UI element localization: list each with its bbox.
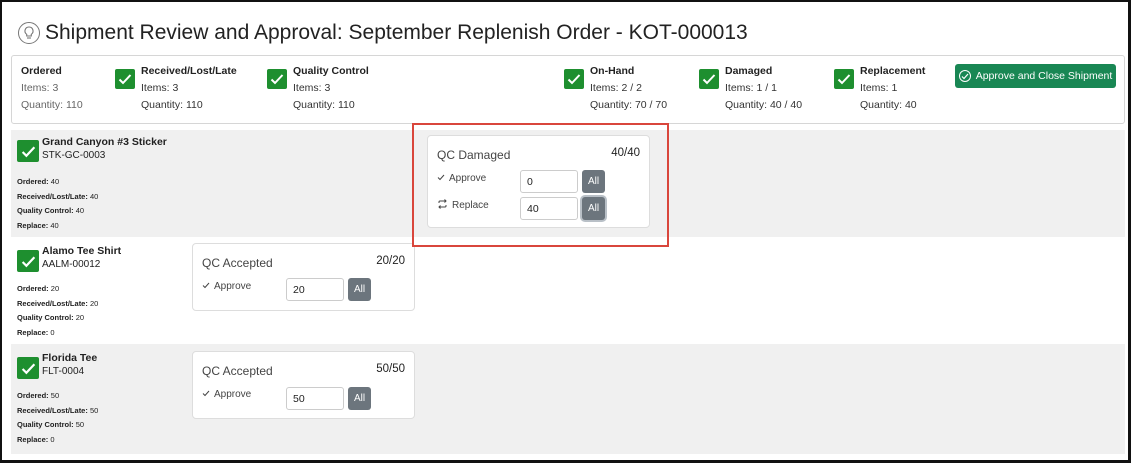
item-row-alamo: Alamo Tee Shirt AALM-00012 Ordered: 20 R… xyxy=(11,237,1125,344)
item-sku: AALM-00012 xyxy=(42,259,101,270)
summary-replacement: Replacement Items: 1 Quantity: 40 xyxy=(860,65,925,116)
replace-value: 0 xyxy=(50,327,55,337)
page-header: Shipment Review and Approval: September … xyxy=(18,18,748,48)
page-title: Shipment Review and Approval: September … xyxy=(45,21,748,44)
card-title: QC Accepted xyxy=(202,256,273,270)
received-value: 50 xyxy=(89,405,99,415)
approve-option: Approve xyxy=(202,281,251,292)
summary-panel: Ordered Items: 3 Quantity: 110 Received/… xyxy=(11,55,1125,124)
approve-all-button[interactable]: All xyxy=(348,387,371,410)
damaged-check-icon xyxy=(699,69,719,89)
summary-replacement-items: Items: 1 xyxy=(860,82,898,94)
replace-value: 40 xyxy=(50,220,59,230)
summary-replacement-label: Replacement xyxy=(860,65,926,77)
summary-ordered-items: Items: 3 xyxy=(21,82,59,94)
lightbulb-icon xyxy=(18,22,40,44)
item-name: Alamo Tee Shirt xyxy=(42,245,122,257)
item-approved-check-icon xyxy=(17,357,39,379)
summary-received-quantity: Quantity: 110 xyxy=(141,99,203,111)
summary-damaged: Damaged Items: 1 / 1 Quantity: 40 / 40 xyxy=(725,65,802,116)
ordered-value: 40 xyxy=(50,177,60,186)
summary-ordered-label: Ordered xyxy=(21,65,62,77)
ordered-value: 50 xyxy=(50,391,60,400)
summary-qc-label: Quality Control xyxy=(293,65,369,77)
item-name: Grand Canyon #3 Sticker xyxy=(42,136,167,148)
qc-accepted-card: QC Accepted 20/20 Approve All xyxy=(192,243,415,311)
qc-accepted-card: QC Accepted 50/50 Approve All xyxy=(192,351,415,419)
on-hand-check-icon xyxy=(564,69,584,89)
summary-quality-control: Quality Control Items: 3 Quantity: 110 xyxy=(293,65,369,116)
received-check-icon xyxy=(115,69,135,89)
summary-ordered-quantity: Quantity: 110 xyxy=(21,99,83,111)
item-row-florida: Florida Tee FLT-0004 Ordered: 50 Receive… xyxy=(11,344,1125,454)
qc-label: Quality Control: xyxy=(17,206,74,215)
card-title: QC Accepted xyxy=(202,364,273,378)
circle-check-icon xyxy=(958,70,971,82)
ordered-label: Ordered: xyxy=(17,177,49,186)
card-count: 50/50 xyxy=(376,363,405,375)
summary-on-hand-items: Items: 2 / 2 xyxy=(590,82,642,94)
item-sku: FLT-0004 xyxy=(42,366,85,377)
summary-replacement-quantity: Quantity: 40 xyxy=(860,99,917,111)
approve-and-close-shipment-button[interactable]: Approve and Close Shipment xyxy=(955,64,1116,88)
ordered-label: Ordered: xyxy=(17,284,49,293)
ordered-label: Ordered: xyxy=(17,391,49,400)
approve-all-button[interactable]: All xyxy=(348,278,371,301)
received-value: 40 xyxy=(89,191,99,201)
item-stats: Ordered: 50 Received/Lost/Late: 50 Quali… xyxy=(17,389,98,447)
item-approved-check-icon xyxy=(17,250,39,272)
summary-received-items: Items: 3 xyxy=(141,82,179,94)
item-sku: STK-GC-0003 xyxy=(42,150,106,161)
approve-quantity-input[interactable] xyxy=(286,278,344,301)
card-count: 20/20 xyxy=(376,255,405,267)
replace-label: Replace: xyxy=(17,434,49,444)
qc-label: Quality Control: xyxy=(17,313,74,322)
replace-value: 0 xyxy=(50,434,55,444)
item-name: Florida Tee xyxy=(42,352,98,364)
summary-received-label: Received/Lost/Late xyxy=(141,65,237,77)
item-stats: Ordered: 20 Received/Lost/Late: 20 Quali… xyxy=(17,282,98,340)
summary-ordered: Ordered Items: 3 Quantity: 110 xyxy=(21,65,83,116)
received-label: Received/Lost/Late: xyxy=(17,405,88,415)
summary-damaged-label: Damaged xyxy=(725,65,773,77)
received-label: Received/Lost/Late: xyxy=(17,298,88,308)
approve-label: Approve xyxy=(214,281,252,292)
summary-on-hand-label: On-Hand xyxy=(590,65,635,77)
check-mark-icon xyxy=(202,281,210,292)
approve-option: Approve xyxy=(202,389,251,400)
qc-value: 40 xyxy=(75,206,85,215)
qc-label: Quality Control: xyxy=(17,420,74,429)
summary-damaged-quantity: Quantity: 40 / 40 xyxy=(725,99,803,111)
approve-and-close-shipment-label: Approve and Close Shipment xyxy=(975,70,1113,82)
summary-qc-quantity: Quantity: 110 xyxy=(293,99,355,111)
summary-on-hand: On-Hand Items: 2 / 2 Quantity: 70 / 70 xyxy=(590,65,667,116)
app-window: Shipment Review and Approval: September … xyxy=(0,0,1131,463)
ordered-value: 20 xyxy=(50,284,60,293)
summary-qc-items: Items: 3 xyxy=(293,82,331,94)
replacement-check-icon xyxy=(834,69,854,89)
qc-value: 50 xyxy=(75,420,85,429)
received-value: 20 xyxy=(89,298,99,308)
summary-on-hand-quantity: Quantity: 70 / 70 xyxy=(590,99,668,111)
received-label: Received/Lost/Late: xyxy=(17,191,88,201)
check-mark-icon xyxy=(202,389,210,400)
item-approved-check-icon xyxy=(17,140,39,162)
replace-label: Replace: xyxy=(17,220,49,230)
summary-received: Received/Lost/Late Items: 3 Quantity: 11… xyxy=(141,65,237,116)
qc-value: 20 xyxy=(75,313,85,322)
approve-quantity-input[interactable] xyxy=(286,387,344,410)
approve-label: Approve xyxy=(214,389,252,400)
item-stats: Ordered: 40 Received/Lost/Late: 40 Quali… xyxy=(17,175,98,233)
quality-control-check-icon xyxy=(267,69,287,89)
replace-label: Replace: xyxy=(17,327,49,337)
highlight-annotation-box xyxy=(412,123,669,247)
summary-damaged-items: Items: 1 / 1 xyxy=(725,82,777,94)
